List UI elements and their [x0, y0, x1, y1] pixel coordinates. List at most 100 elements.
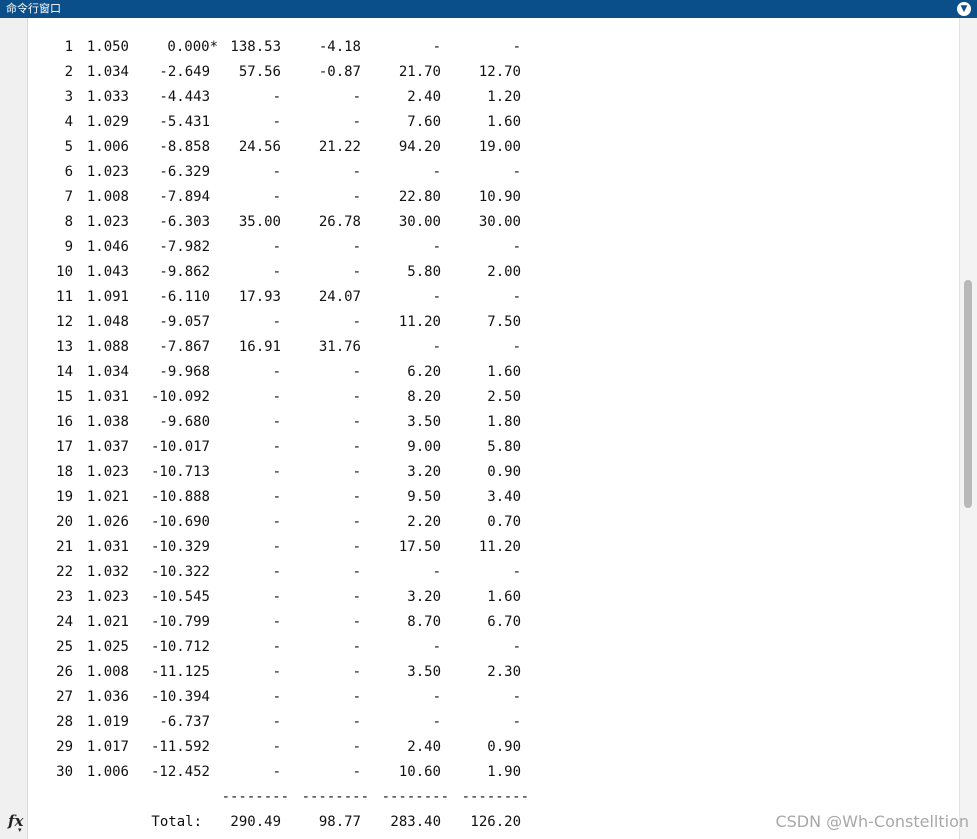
cell-pl: 8.70: [407, 614, 441, 630]
cell-v: 1.031: [86, 539, 129, 555]
table-row: 27 1.036 -10.394 - - - -: [29, 685, 629, 710]
cell-pg: -: [272, 439, 281, 455]
cell-ang: -10.799: [150, 614, 210, 630]
cell-pl: 10.60: [398, 764, 441, 780]
cell-qg: -: [352, 764, 361, 780]
cell-ql: 5.80: [487, 439, 521, 455]
cell-v: 1.019: [86, 714, 129, 730]
table-row: 9 1.046 -7.982 - - - -: [29, 235, 629, 260]
cell-pl: -: [432, 39, 441, 55]
total-label: Total:: [151, 814, 202, 830]
cell-ang: -6.737: [159, 714, 210, 730]
cell-ql: 19.00: [478, 139, 521, 155]
cell-ang: -10.712: [150, 639, 210, 655]
cell-ql: -: [512, 164, 521, 180]
cell-bus: 15: [56, 389, 73, 405]
cell-bus: 24: [56, 614, 73, 630]
cell-ql: 1.80: [487, 414, 521, 430]
watermark: CSDN @Wh-Constelltion: [775, 812, 969, 831]
cell-pg: -: [272, 689, 281, 705]
cell-qg: -: [352, 264, 361, 280]
cell-v: 1.088: [86, 339, 129, 355]
cell-v: 1.006: [86, 139, 129, 155]
fx-icon[interactable]: fx ▾: [8, 812, 23, 834]
cell-bus: 3: [64, 89, 73, 105]
scrollbar-thumb[interactable]: [964, 280, 972, 508]
header-dash: --------: [294, 18, 361, 20]
table-row: 19 1.021 -10.888 - - 9.50 3.40: [29, 485, 629, 510]
cell-bus: 18: [56, 464, 73, 480]
cell-pg: -: [272, 764, 281, 780]
cell-ang: -6.110: [159, 289, 210, 305]
window-title: 命令行窗口: [6, 2, 61, 15]
table-row: 12 1.048 -9.057 - - 11.20 7.50: [29, 310, 629, 335]
cell-pg: -: [272, 239, 281, 255]
cell-pg: 24.56: [238, 139, 281, 155]
table-row: 18 1.023 -10.713 - - 3.20 0.90: [29, 460, 629, 485]
cell-pg: -: [272, 389, 281, 405]
cell-pl: -: [432, 164, 441, 180]
vertical-scrollbar[interactable]: [959, 18, 977, 839]
cell-qg: 31.76: [318, 339, 361, 355]
cell-bus: 22: [56, 564, 73, 580]
cell-pg: -: [272, 639, 281, 655]
cell-ang: -9.862: [159, 264, 210, 280]
cell-ang: -12.452: [150, 764, 210, 780]
cell-ang: -10.888: [150, 489, 210, 505]
cell-qg: -: [352, 389, 361, 405]
cell-ql: -: [512, 564, 521, 580]
table-row: 6 1.023 -6.329 - - - -: [29, 160, 629, 185]
cell-pl: 8.20: [407, 389, 441, 405]
cell-pl: 21.70: [398, 64, 441, 80]
cell-pg: -: [272, 714, 281, 730]
header-dash: -----: [31, 18, 73, 20]
cell-ang: -6.303: [159, 214, 210, 230]
table-row: 16 1.038 -9.680 - - 3.50 1.80: [29, 410, 629, 435]
cell-bus: 10: [56, 264, 73, 280]
cell-pg: -: [272, 489, 281, 505]
cell-ql: 7.50: [487, 314, 521, 330]
cell-qg: -: [352, 589, 361, 605]
table-row: 3 1.033 -4.443 - - 2.40 1.20: [29, 85, 629, 110]
cell-bus: 13: [56, 339, 73, 355]
cell-v: 1.091: [86, 289, 129, 305]
cell-ang: -11.125: [150, 664, 210, 680]
table-row: 25 1.025 -10.712 - - - -: [29, 635, 629, 660]
cell-ang: -10.017: [150, 439, 210, 455]
cell-pg: -: [272, 614, 281, 630]
cell-bus: 11: [56, 289, 73, 305]
table-row: 14 1.034 -9.968 - - 6.20 1.60: [29, 360, 629, 385]
cell-pg: 16.91: [238, 339, 281, 355]
cell-v: 1.017: [86, 739, 129, 755]
total-separator: -------- -------- -------- --------: [29, 785, 629, 810]
cell-v: 1.023: [86, 464, 129, 480]
cell-pl: 2.40: [407, 739, 441, 755]
cell-ang: -7.982: [159, 239, 210, 255]
table-row: 22 1.032 -10.322 - - - -: [29, 560, 629, 585]
cell-v: 1.046: [86, 239, 129, 255]
header-dash: --------: [214, 18, 281, 20]
cell-qg: -4.18: [318, 39, 361, 55]
cell-qg: -0.87: [318, 64, 361, 80]
total-qg: 98.77: [318, 814, 361, 830]
cell-ql: 1.60: [487, 114, 521, 130]
command-window-titlebar: 命令行窗口 ▼: [0, 0, 977, 18]
cell-ql: 1.60: [487, 364, 521, 380]
cell-pl: 94.20: [398, 139, 441, 155]
cell-pl: 5.80: [407, 264, 441, 280]
cell-bus: 9: [64, 239, 73, 255]
cell-qg: -: [352, 464, 361, 480]
cell-v: 1.037: [86, 439, 129, 455]
cell-ang: -4.443: [159, 89, 210, 105]
console-output[interactable]: ----------------------------------------…: [29, 18, 959, 839]
cell-ang: -2.649: [159, 64, 210, 80]
cell-pg: -: [272, 114, 281, 130]
cell-qg: -: [352, 114, 361, 130]
header-dash: --------: [143, 18, 210, 20]
cell-v: 1.025: [86, 639, 129, 655]
total-pl: 283.40: [390, 814, 441, 830]
dropdown-icon[interactable]: ▼: [957, 2, 971, 16]
cell-pg: -: [272, 589, 281, 605]
cell-pg: -: [272, 739, 281, 755]
cell-pl: 7.60: [407, 114, 441, 130]
